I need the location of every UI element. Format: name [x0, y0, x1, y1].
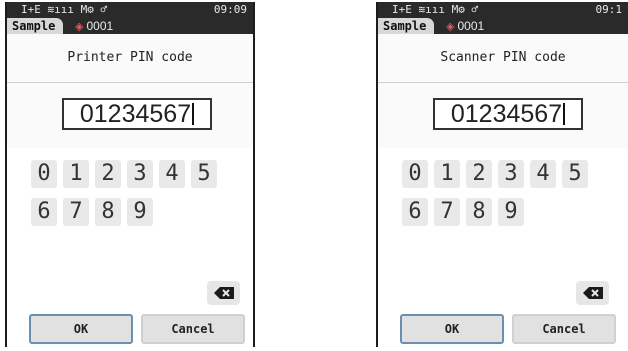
status-icons: I+E ≋ııı M⚙ ♂	[21, 3, 108, 16]
key-8[interactable]: 8	[466, 198, 492, 226]
key-8[interactable]: 8	[95, 198, 121, 226]
tab-bar: Sample ◈ 0001	[7, 18, 253, 34]
key-3[interactable]: 3	[498, 160, 524, 188]
key-7[interactable]: 7	[63, 198, 89, 226]
key-2[interactable]: 2	[95, 160, 121, 188]
key-1[interactable]: 1	[63, 160, 89, 188]
sample-number-text: 0001	[86, 19, 114, 33]
printer-pin-screen: I+E ≋ııı M⚙ ♂ 09:09 Sample ◈ 0001 Printer…	[5, 2, 255, 347]
key-0[interactable]: 0	[402, 160, 428, 188]
key-5[interactable]: 5	[191, 160, 217, 188]
status-time: 09:09	[213, 3, 247, 16]
key-3[interactable]: 3	[127, 160, 153, 188]
key-7[interactable]: 7	[434, 198, 460, 226]
ok-button[interactable]: OK	[29, 314, 133, 344]
key-5[interactable]: 5	[562, 160, 588, 188]
pin-value: 01234567	[450, 100, 563, 128]
pin-value: 01234567	[79, 100, 192, 128]
key-9[interactable]: 9	[127, 198, 153, 226]
key-4[interactable]: 4	[530, 160, 556, 188]
pin-input[interactable]: 01234567	[62, 98, 212, 130]
divider	[7, 82, 253, 83]
pin-input[interactable]: 01234567	[433, 98, 583, 130]
page-title: Scanner PIN code	[440, 50, 566, 65]
text-cursor	[192, 103, 195, 125]
status-icons: I+E ≋ııı M⚙ ♂	[392, 3, 479, 16]
backspace-icon	[214, 287, 234, 299]
target-icon: ◈	[446, 21, 455, 33]
status-time: 09:1	[595, 3, 623, 16]
backspace-button[interactable]	[207, 281, 240, 305]
text-cursor	[563, 103, 566, 125]
sample-number: ◈ 0001	[446, 18, 484, 35]
cancel-button[interactable]: Cancel	[512, 314, 616, 344]
sample-number-text: 0001	[457, 19, 485, 33]
status-bar: I+E ≋ııı M⚙ ♂ 09:1	[378, 2, 628, 18]
sample-number: ◈ 0001	[75, 18, 113, 35]
scanner-pin-screen: I+E ≋ııı M⚙ ♂ 09:1 Sample ◈ 0001 Scanner …	[376, 2, 628, 347]
key-6[interactable]: 6	[31, 198, 57, 226]
tab-sample[interactable]: Sample	[7, 18, 64, 34]
key-6[interactable]: 6	[402, 198, 428, 226]
tab-bar: Sample ◈ 0001	[378, 18, 628, 34]
backspace-button[interactable]	[576, 281, 609, 305]
key-2[interactable]: 2	[466, 160, 492, 188]
status-bar: I+E ≋ııı M⚙ ♂ 09:09	[7, 2, 253, 18]
divider	[378, 82, 628, 83]
page-title: Printer PIN code	[67, 50, 193, 65]
key-0[interactable]: 0	[31, 160, 57, 188]
cancel-button[interactable]: Cancel	[141, 314, 245, 344]
ok-button[interactable]: OK	[400, 314, 504, 344]
backspace-icon	[583, 287, 603, 299]
key-9[interactable]: 9	[498, 198, 524, 226]
target-icon: ◈	[75, 21, 84, 33]
tab-sample[interactable]: Sample	[378, 18, 435, 34]
key-4[interactable]: 4	[159, 160, 185, 188]
key-1[interactable]: 1	[434, 160, 460, 188]
